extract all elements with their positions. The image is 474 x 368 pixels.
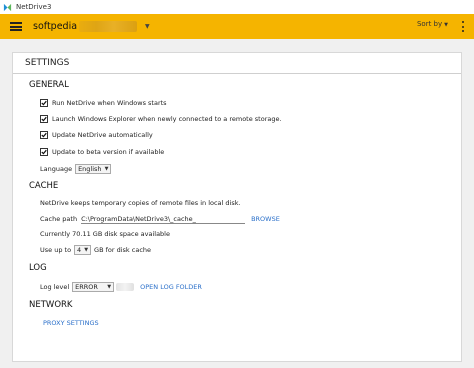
section-network-title: NETWORK — [29, 300, 73, 310]
section-general-title: GENERAL — [29, 80, 69, 90]
section-cache-title: CACHE — [29, 181, 59, 191]
checkmark-icon — [41, 149, 47, 155]
cache-size-row: Use up to 4 ▼ GB for disk cache — [40, 245, 151, 255]
settings-panel: SETTINGS GENERAL Run NetDrive when Windo… — [12, 52, 462, 362]
cache-space-text: Currently 70.11 GB disk space available — [40, 230, 170, 238]
menu-button[interactable] — [3, 14, 29, 39]
cache-path-input[interactable]: C:\ProgramData\NetDrive3\_cache_ — [81, 214, 246, 224]
cache-description: NetDrive keeps temporary copies of remot… — [40, 199, 241, 207]
cache-size-select[interactable]: 4 ▼ — [74, 245, 92, 255]
section-log-title: LOG — [29, 263, 47, 273]
checkbox-beta-update[interactable] — [40, 148, 48, 156]
language-label: Language — [40, 165, 73, 173]
window-title: NetDrive3 — [16, 3, 52, 11]
language-value: English — [78, 165, 102, 173]
hamburger-icon — [10, 22, 22, 31]
checkbox-run-at-startup[interactable] — [40, 99, 48, 107]
netdrive-logo-icon — [3, 3, 12, 12]
option-label: Update NetDrive automatically — [52, 131, 153, 139]
log-level-label: Log level — [40, 283, 70, 291]
chevron-down-icon[interactable]: ▼ — [145, 23, 150, 30]
language-row: Language English ▼ — [40, 164, 112, 174]
checkmark-icon — [41, 132, 47, 138]
account-name[interactable]: softpedia — [33, 21, 77, 32]
use-up-to-label: Use up to — [40, 246, 72, 254]
window-titlebar: NetDrive3 — [0, 0, 474, 14]
chevron-down-icon: ▼ — [104, 166, 109, 172]
chevron-down-icon: ▼ — [444, 22, 448, 28]
proxy-settings-row: PROXY SETTINGS — [43, 319, 99, 327]
option-label: Update to beta version if available — [52, 148, 165, 156]
log-level-row: Log level ERROR ▼ OPEN LOG FOLDER — [40, 282, 202, 292]
sort-by-button[interactable]: Sort by ▼ — [417, 20, 448, 28]
open-log-folder-button[interactable]: OPEN LOG FOLDER — [140, 283, 202, 291]
sort-by-label: Sort by — [416, 20, 443, 28]
settings-title: SETTINGS — [25, 58, 70, 68]
cache-size-value: 4 — [77, 246, 82, 254]
divider — [13, 73, 461, 74]
more-vertical-icon[interactable] — [458, 19, 468, 34]
option-beta-update[interactable]: Update to beta version if available — [40, 148, 164, 156]
top-toolbar: softpedia ▼ Sort by ▼ — [0, 14, 474, 39]
log-level-value: ERROR — [75, 283, 98, 291]
option-launch-explorer[interactable]: Launch Windows Explorer when newly conne… — [40, 115, 282, 123]
chevron-down-icon: ▼ — [84, 247, 89, 253]
option-label: Launch Windows Explorer when newly conne… — [52, 115, 282, 123]
redacted-area — [116, 283, 135, 291]
chevron-down-icon: ▼ — [107, 284, 112, 290]
cache-size-suffix: GB for disk cache — [94, 246, 152, 254]
checkmark-icon — [41, 100, 47, 106]
account-name-redacted — [79, 21, 138, 32]
browse-button[interactable]: BROWSE — [251, 215, 280, 223]
option-run-at-startup[interactable]: Run NetDrive when Windows starts — [40, 99, 167, 107]
checkmark-icon — [41, 116, 47, 122]
proxy-settings-button[interactable]: PROXY SETTINGS — [43, 319, 99, 327]
cache-path-row: Cache path C:\ProgramData\NetDrive3\_cac… — [40, 214, 280, 224]
checkbox-launch-explorer[interactable] — [40, 115, 48, 123]
language-select[interactable]: English ▼ — [75, 164, 112, 174]
log-level-select[interactable]: ERROR ▼ — [72, 282, 115, 292]
option-auto-update[interactable]: Update NetDrive automatically — [40, 131, 153, 139]
option-label: Run NetDrive when Windows starts — [52, 99, 167, 107]
cache-path-label: Cache path — [40, 215, 78, 223]
checkbox-auto-update[interactable] — [40, 131, 48, 139]
